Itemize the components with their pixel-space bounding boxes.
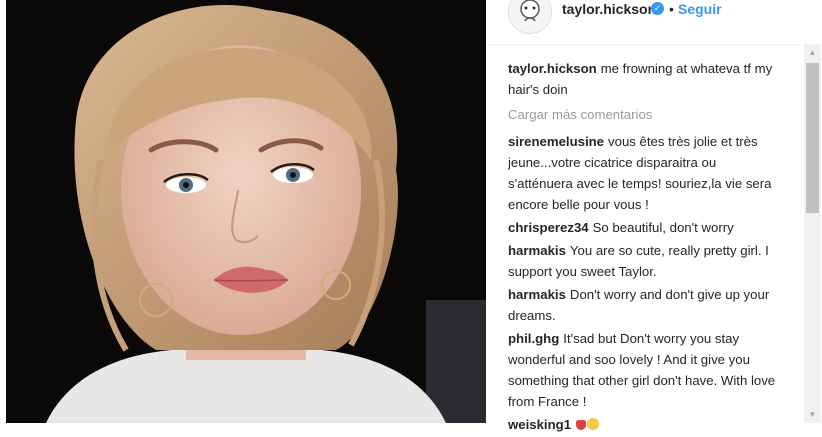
comment-author[interactable]: harmakis xyxy=(508,287,566,302)
scroll-up-arrow-icon[interactable]: ▲ xyxy=(804,44,821,61)
kiss-face-emoji-icon xyxy=(587,418,600,430)
list-item: chrisperez34 So beautiful, don't worry xyxy=(508,217,783,238)
comment-author[interactable]: harmakis xyxy=(508,243,566,258)
list-item: sirenemelusine vous êtes très jolie et tr… xyxy=(508,131,783,215)
list-item: phil.ghg It'sad but Don't worry you stay … xyxy=(508,328,783,412)
load-more-comments-button[interactable]: Cargar más comentarios xyxy=(508,104,783,125)
list-item: harmakis You are so cute, really pretty g… xyxy=(508,240,783,282)
comments-panel: taylor.hickson ✓ • Seguir taylor.hickson… xyxy=(486,0,822,432)
comment-text: So beautiful, don't worry xyxy=(592,220,734,235)
comment-author[interactable]: chrisperez34 xyxy=(508,220,589,235)
list-item: weisking1 xyxy=(508,414,783,435)
avatar-icon[interactable] xyxy=(508,0,552,34)
list-item: harmakis Don't worry and don't give up yo… xyxy=(508,284,783,326)
comment-author[interactable]: weisking1 xyxy=(508,417,571,432)
follow-button[interactable]: Seguir xyxy=(678,1,722,17)
scroll-down-arrow-icon[interactable]: ▼ xyxy=(804,406,821,423)
caption-author[interactable]: taylor.hickson xyxy=(508,61,597,76)
post-header: taylor.hickson ✓ • Seguir xyxy=(486,0,802,45)
comment-author[interactable]: sirenemelusine xyxy=(508,134,604,149)
header-separator: • xyxy=(669,1,674,17)
comment-list: taylor.hickson me frowning at whateva tf … xyxy=(508,58,783,437)
header-username[interactable]: taylor.hickson xyxy=(562,1,656,17)
verified-badge-icon: ✓ xyxy=(651,2,664,15)
post-photo[interactable] xyxy=(6,0,486,423)
comment-author[interactable]: phil.ghg xyxy=(508,331,559,346)
post-caption: taylor.hickson me frowning at whateva tf … xyxy=(508,58,783,100)
scrollbar-thumb[interactable] xyxy=(806,63,819,213)
heart-emoji-icon xyxy=(576,420,587,430)
comments-scrollbar[interactable]: ▲ ▼ xyxy=(804,44,821,423)
